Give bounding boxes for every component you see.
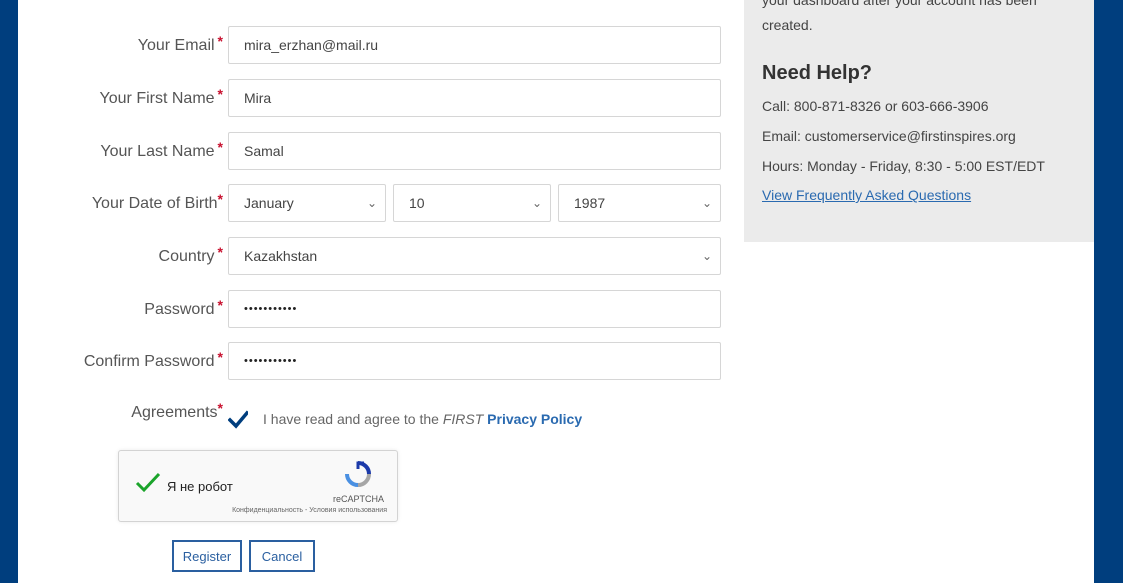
agreements-row: Agreements* I have read and agree to the… <box>18 400 723 434</box>
faq-link[interactable]: View Frequently Asked Questions <box>762 187 971 203</box>
dob-year-select[interactable]: 1987 ⌄ <box>558 184 721 222</box>
dob-day-value: 10 <box>409 195 425 211</box>
last-name-field[interactable]: Samal <box>228 132 721 170</box>
required-mark: * <box>217 86 223 102</box>
chevron-down-icon: ⌄ <box>531 196 542 210</box>
email-row: Your Email * mira_erzhan@mail.ru <box>18 26 723 64</box>
captcha-label: Я не робот <box>167 479 233 494</box>
required-mark: * <box>217 244 223 260</box>
registration-form: Your Email * mira_erzhan@mail.ru Your Fir… <box>18 0 723 583</box>
required-mark: * <box>217 139 223 155</box>
help-intro-end: created. <box>762 17 813 33</box>
confirm-password-label: Confirm Password * <box>83 349 223 370</box>
required-mark: * <box>217 191 223 207</box>
password-row: Password * ••••••••••• <box>18 290 723 328</box>
required-mark: * <box>217 297 223 313</box>
dob-month-value: January <box>244 195 294 211</box>
chevron-down-icon: ⌄ <box>366 196 377 210</box>
confirm-password-row: Confirm Password * ••••••••••• <box>18 342 723 380</box>
last-name-row: Your Last Name * Samal <box>18 132 723 170</box>
dob-day-select[interactable]: 10 ⌄ <box>393 184 551 222</box>
captcha-brand: reCAPTCHA <box>332 494 384 504</box>
first-name-label: Your First Name * <box>99 86 223 107</box>
right-page-border <box>1094 0 1123 583</box>
dob-row: Your Date of Birth* January ⌄ 10 ⌄ 1987 … <box>18 184 723 222</box>
help-phone: Call: 800-871-8326 or 603-666-3906 <box>762 98 989 114</box>
help-panel: your dashboard after your account has be… <box>744 0 1094 242</box>
first-name-field[interactable]: Mira <box>228 79 721 117</box>
country-row: Country * Kazakhstan ⌄ <box>18 237 723 275</box>
chevron-down-icon: ⌄ <box>701 249 712 263</box>
captcha-terms[interactable]: Конфиденциальность - Условия использован… <box>119 507 387 514</box>
country-select[interactable]: Kazakhstan ⌄ <box>228 237 721 275</box>
dob-month-select[interactable]: January ⌄ <box>228 184 386 222</box>
help-intro-text: your dashboard after your account has be… <box>762 0 1037 8</box>
required-mark: * <box>217 349 223 365</box>
recaptcha-logo-icon <box>345 461 371 487</box>
country-value: Kazakhstan <box>244 248 318 264</box>
last-name-label: Your Last Name * <box>100 139 223 160</box>
dob-year-value: 1987 <box>574 195 606 211</box>
help-title: Need Help? <box>762 62 873 84</box>
cancel-button[interactable]: Cancel <box>249 540 315 572</box>
password-label: Password * <box>144 297 223 318</box>
confirm-password-field[interactable]: ••••••••••• <box>228 342 721 380</box>
green-checkmark-icon <box>135 472 161 493</box>
agreement-text: I have read and agree to the FIRST Priva… <box>263 411 583 427</box>
left-page-border <box>0 0 18 583</box>
country-label: Country * <box>158 244 223 265</box>
required-mark: * <box>217 33 223 49</box>
recaptcha-widget[interactable]: Я не робот reCAPTCHA Конфиденциальность … <box>118 450 398 522</box>
agreement-checkbox[interactable] <box>228 410 248 430</box>
help-hours: Hours: Monday - Friday, 8:30 - 5:00 EST/… <box>762 158 1045 174</box>
privacy-policy-link[interactable]: Privacy Policy <box>487 411 582 427</box>
checkmark-icon <box>228 410 248 429</box>
email-field[interactable]: mira_erzhan@mail.ru <box>228 26 721 64</box>
agreements-label: Agreements* <box>131 400 223 421</box>
help-email: Email: customerservice@firstinspires.org <box>762 128 1016 144</box>
required-mark: * <box>217 400 223 416</box>
first-name-row: Your First Name * Mira <box>18 79 723 117</box>
chevron-down-icon: ⌄ <box>701 196 712 210</box>
password-field[interactable]: ••••••••••• <box>228 290 721 328</box>
email-label: Your Email * <box>137 33 223 54</box>
dob-label: Your Date of Birth* <box>91 191 223 212</box>
register-button[interactable]: Register <box>172 540 242 572</box>
